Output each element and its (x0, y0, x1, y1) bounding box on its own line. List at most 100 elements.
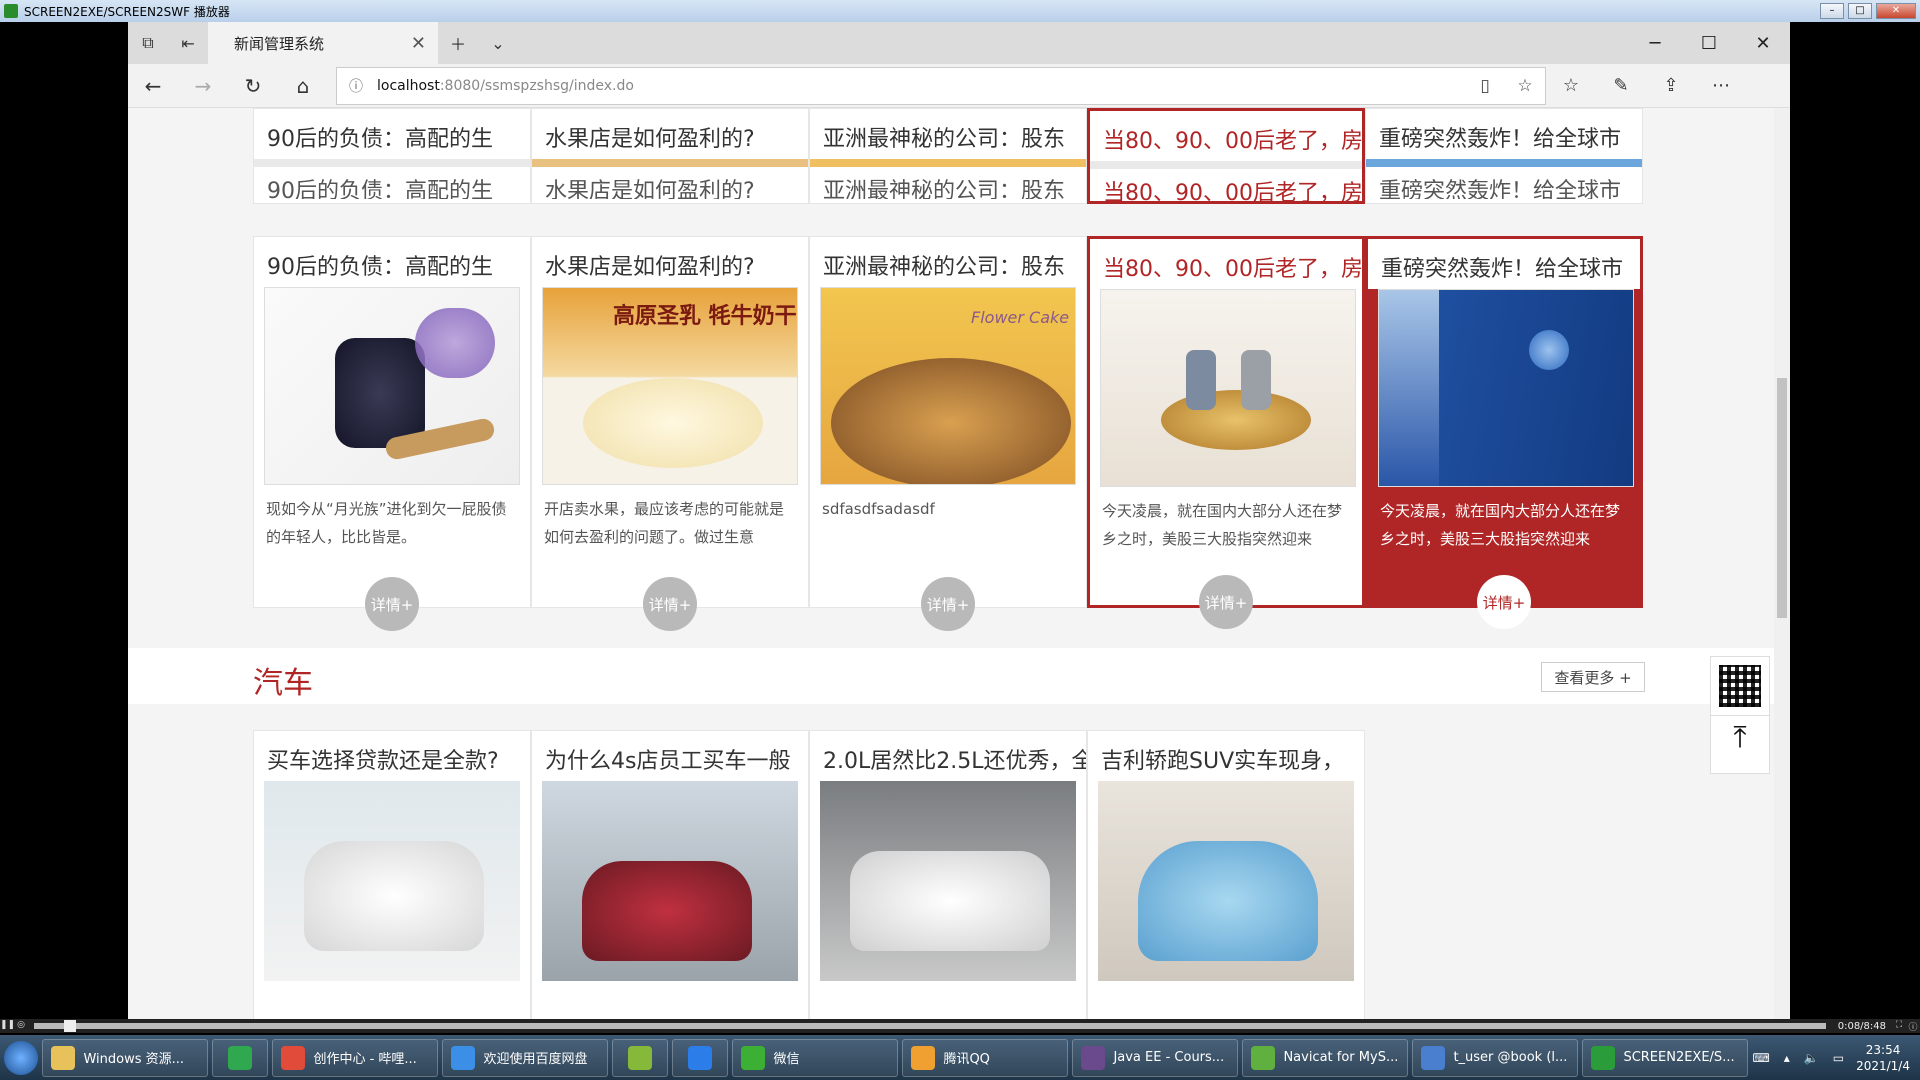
detail-button[interactable]: 详情+ (643, 577, 697, 631)
news-card[interactable]: 当80、90、00后老了，房 今天凌晨，就在国内大部分人还在梦乡之时，美股三大股… (1087, 236, 1365, 629)
start-button[interactable] (0, 1035, 42, 1080)
back-icon[interactable]: ← (128, 74, 178, 98)
news-thumbnail[interactable] (542, 781, 798, 981)
seek-handle[interactable] (64, 1020, 76, 1032)
window-maximize-icon[interactable]: ☐ (1682, 33, 1736, 54)
reading-view-icon[interactable]: ▯ (1465, 76, 1505, 96)
taskbar-app-icon (51, 1045, 76, 1070)
favorites-icon[interactable]: ☆ (1546, 75, 1596, 96)
taskbar-item-label: 欢迎使用百度网盘 (483, 1052, 588, 1067)
news-thumbnail[interactable] (820, 781, 1076, 981)
detail-button[interactable]: 详情+ (1477, 575, 1531, 629)
taskbar-item-label: 创作中心 - 哔哩... (313, 1052, 417, 1067)
maximize-button[interactable]: □ (1848, 3, 1872, 19)
clock-time: 23:54 (1865, 1042, 1901, 1057)
taskbar-item[interactable] (672, 1038, 729, 1077)
tab-sets-icon[interactable]: ⧉ (128, 22, 168, 64)
refresh-icon[interactable]: ↻ (228, 74, 278, 98)
taskbar-app-icon (1251, 1045, 1276, 1070)
taskbar-item[interactable]: SCREEN2EXE/S... (1582, 1038, 1749, 1077)
news-card[interactable]: 水果店是如何盈利的? 水果店是如何盈利的? (531, 108, 809, 204)
news-card[interactable]: 水果店是如何盈利的? 高原圣乳 牦牛奶干 开店卖水果，最应该考虑的可能就是如何去… (531, 236, 809, 631)
url-host: localhost (377, 77, 440, 94)
news-card[interactable]: 90后的负债：高配的生 90后的负债：高配的生 (253, 108, 531, 204)
news-thumbnail[interactable] (264, 781, 520, 981)
home-icon[interactable]: ⌂ (278, 74, 328, 98)
tab-aside-icon[interactable]: ⇤ (168, 22, 208, 64)
news-card[interactable]: 当80、90、00后老了，房 当80、90、00后老了，房 (1087, 108, 1365, 204)
chevron-down-icon[interactable]: ⌄ (478, 22, 518, 64)
network-icon[interactable]: ▭ (1833, 1051, 1844, 1065)
forward-icon[interactable]: → (178, 74, 228, 98)
thumbnail-caption: 高原圣乳 牦牛奶干 (613, 304, 797, 329)
pen-icon[interactable]: ✎ (1596, 75, 1646, 96)
news-card[interactable]: 90后的负债：高配的生 现如今从“月光族”进化到欠一屁股债的年轻人，比比皆是。 … (253, 236, 531, 631)
news-card[interactable]: 吉利轿跑SUV实车现身， (1087, 730, 1365, 1019)
news-thumbnail[interactable] (264, 287, 520, 485)
detail-button[interactable]: 详情+ (365, 577, 419, 631)
scrollbar-thumb[interactable] (1777, 378, 1787, 618)
tab-close-icon[interactable]: ✕ (411, 33, 426, 54)
news-thumbnail[interactable] (1100, 289, 1356, 487)
minimize-button[interactable]: – (1820, 3, 1844, 19)
taskbar-item[interactable]: t_user @book (l... (1412, 1038, 1579, 1077)
new-tab-icon[interactable]: ＋ (438, 22, 478, 64)
news-card-title: 吉利轿跑SUV实车现身， (1101, 749, 1345, 774)
fullscreen-icon[interactable]: ⛶ (1892, 1020, 1906, 1032)
detail-button[interactable]: 详情+ (921, 577, 975, 631)
taskbar-item[interactable]: Java EE - Cours... (1072, 1038, 1239, 1077)
scrollbar[interactable] (1774, 108, 1790, 1019)
more-icon[interactable]: ⋯ (1696, 75, 1746, 96)
clock[interactable]: 23:54 2021/1/4 (1856, 1042, 1910, 1074)
news-card[interactable]: 重磅突然轰炸！给全球市 今天凌晨，就在国内大部分人还在梦乡之时，美股三大股指突然… (1365, 236, 1643, 629)
news-thumbnail[interactable]: 高原圣乳 牦牛奶干 (542, 287, 798, 485)
pause-icon[interactable]: ❚❚ (0, 1020, 15, 1032)
detail-button[interactable]: 详情+ (1199, 575, 1253, 629)
news-card[interactable]: 重磅突然轰炸！给全球市 重磅突然轰炸！给全球市 (1365, 108, 1643, 204)
news-thumbnail[interactable]: Flower Cake (820, 287, 1076, 485)
taskbar-item[interactable]: 腾讯QQ (902, 1038, 1069, 1077)
taskbar-item-label: 微信 (773, 1052, 800, 1067)
stop-icon[interactable]: ◎ (14, 1020, 28, 1032)
keyboard-icon[interactable]: ⌨ (1752, 1051, 1769, 1065)
section-title: 汽车 (253, 666, 313, 701)
info-icon[interactable]: ⓘ (1906, 1020, 1920, 1033)
taskbar-item[interactable]: Navicat for MyS... (1242, 1038, 1409, 1077)
news-card-desc: 开店卖水果，最应该考虑的可能就是如何去盈利的问题了。做过生意 (544, 500, 785, 546)
news-card-title: 水果店是如何盈利的? (545, 127, 755, 152)
tab-active[interactable]: 新闻管理系统 ✕ (208, 22, 438, 64)
taskbar-item[interactable]: 微信 (732, 1038, 899, 1077)
taskbar-item-label: 腾讯QQ (943, 1052, 990, 1067)
news-thumbnail[interactable] (1378, 289, 1634, 487)
news-card-title: 亚洲最神秘的公司：股东 (823, 127, 1066, 152)
news-thumbnail[interactable] (1098, 781, 1354, 981)
news-card[interactable]: 买车选择贷款还是全款? (253, 730, 531, 1019)
info-icon: ⓘ (349, 78, 363, 95)
taskbar-item[interactable]: 创作中心 - 哔哩... (272, 1038, 439, 1077)
news-row-main: 90后的负债：高配的生 现如今从“月光族”进化到欠一屁股债的年轻人，比比皆是。 … (253, 236, 1646, 631)
news-card[interactable]: 2.0L居然比2.5L还优秀，全 (809, 730, 1087, 1019)
window-minimize-icon[interactable]: ─ (1628, 33, 1682, 54)
taskbar-item[interactable]: 欢迎使用百度网盘 (442, 1038, 609, 1077)
taskbar-item[interactable]: Windows 资源... (42, 1038, 209, 1077)
news-card[interactable]: 亚洲最神秘的公司：股东 Flower Cake sdfasdfsadasdf 详… (809, 236, 1087, 631)
news-card[interactable]: 亚洲最神秘的公司：股东 亚洲最神秘的公司：股东 (809, 108, 1087, 204)
share-icon[interactable]: ⇪ (1646, 75, 1696, 96)
seek-bar[interactable] (34, 1020, 1826, 1032)
news-card[interactable]: 为什么4s店员工买车一般 (531, 730, 809, 1019)
qr-code-icon[interactable] (1719, 665, 1761, 707)
volume-icon[interactable]: 🔈 (1804, 1051, 1819, 1065)
view-more-button[interactable]: 查看更多 + (1541, 662, 1645, 692)
tray-expand-icon[interactable]: ▴ (1784, 1051, 1790, 1065)
taskbar-item[interactable] (612, 1038, 669, 1077)
window-close-icon[interactable]: ✕ (1736, 33, 1790, 54)
taskbar-app-icon (628, 1045, 653, 1070)
taskbar-item[interactable] (212, 1038, 269, 1077)
url-field[interactable]: ⓘ localhost :8080/ssmspzshsg/index.do ▯ … (336, 66, 1546, 105)
close-button[interactable]: ✕ (1876, 3, 1916, 19)
favorite-star-icon[interactable]: ☆ (1505, 76, 1545, 96)
back-to-top-icon[interactable]: ⤒ (1711, 715, 1769, 755)
news-card-title: 当80、90、00后老了，房 (1103, 257, 1362, 282)
news-card-title-duplicate: 重磅突然轰炸！给全球市 (1366, 159, 1642, 199)
taskbar-item-label: Navicat for MyS... (1283, 1050, 1399, 1065)
